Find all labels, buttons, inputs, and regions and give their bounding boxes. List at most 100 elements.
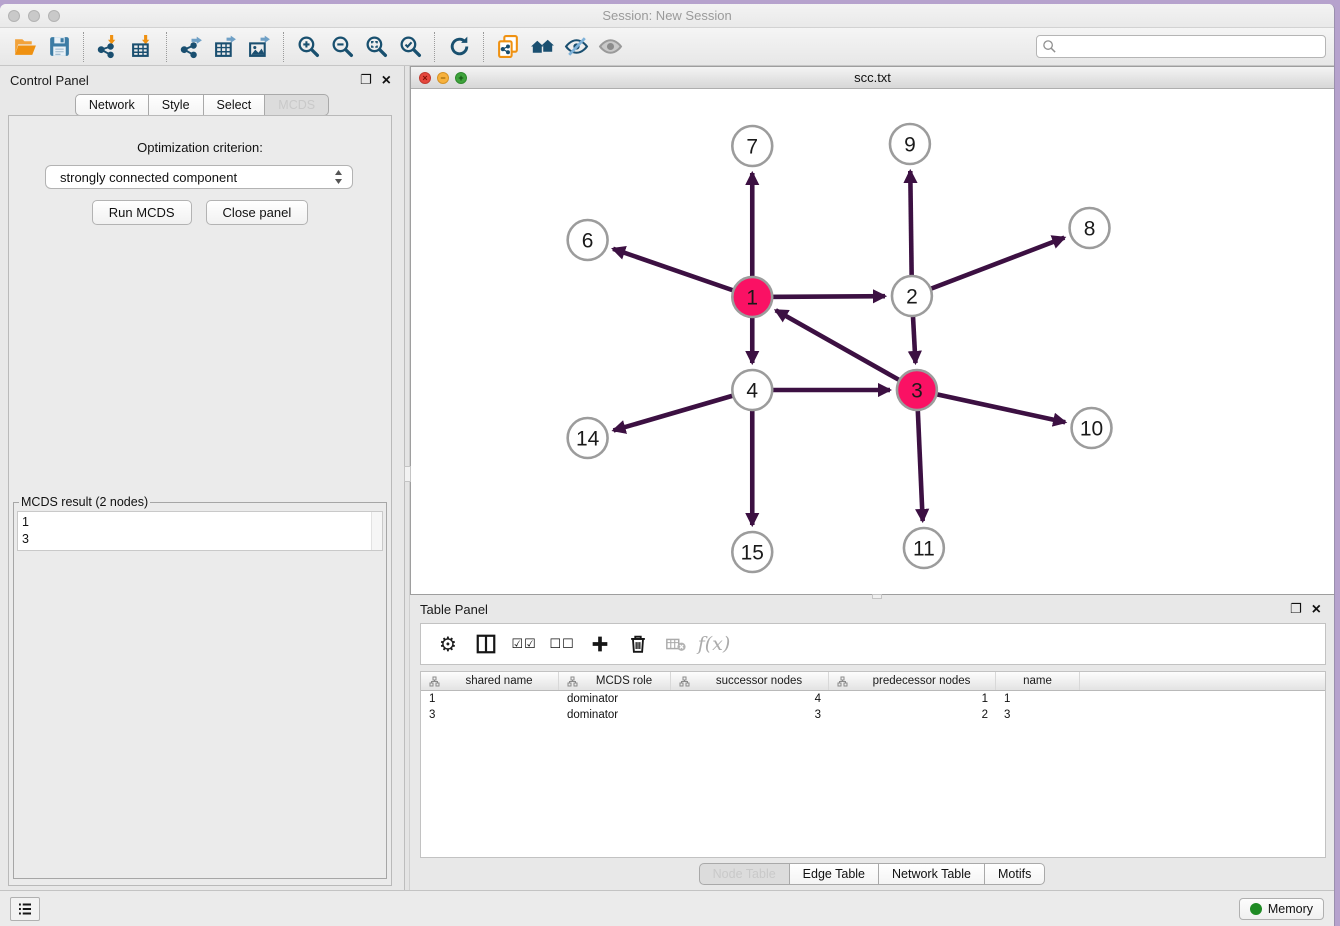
table-row[interactable]: 3 dominator 3 2 3 — [421, 707, 1325, 723]
column-header-name[interactable]: name — [996, 672, 1080, 690]
network-canvas[interactable]: 7968124314101511 — [411, 89, 1334, 594]
zoom-fit-button[interactable] — [359, 31, 393, 63]
network-graph-svg[interactable]: 7968124314101511 — [411, 89, 1334, 594]
import-network-button[interactable] — [91, 31, 125, 63]
column-header-successor-nodes[interactable]: successor nodes — [671, 672, 829, 690]
tab-network[interactable]: Network — [75, 94, 149, 116]
graph-edge-3-1[interactable] — [776, 310, 917, 390]
tab-select[interactable]: Select — [204, 94, 266, 116]
zoom-out-icon — [330, 34, 355, 59]
export-network-icon — [179, 34, 204, 59]
graph-edge-1-6[interactable] — [613, 249, 752, 297]
table-settings-button[interactable]: ⚙ — [431, 627, 465, 661]
network-title: scc.txt — [411, 70, 1334, 85]
export-image-icon — [247, 34, 272, 59]
cell-successor-nodes[interactable]: 3 — [671, 709, 829, 721]
add-column-button[interactable] — [583, 627, 617, 661]
window-title: Session: New Session — [0, 8, 1334, 23]
right-column: × − + scc.txt 7968124314101511 — [410, 66, 1334, 890]
control-panel-float-button[interactable]: ❐ — [355, 72, 377, 88]
run-mcds-button[interactable]: Run MCDS — [92, 200, 192, 225]
column-type-icon — [429, 676, 440, 687]
cell-shared-name[interactable]: 3 — [421, 709, 559, 721]
cell-name[interactable]: 3 — [996, 709, 1080, 721]
trash-icon — [627, 633, 649, 655]
graph-node-label-8: 8 — [1084, 217, 1096, 240]
export-table-icon — [213, 34, 238, 59]
import-table-button[interactable] — [125, 31, 159, 63]
control-panel-title: Control Panel — [10, 73, 89, 88]
cell-successor-nodes[interactable]: 4 — [671, 693, 829, 705]
refresh-view-button[interactable] — [442, 31, 476, 63]
table-row[interactable]: 1 dominator 4 1 1 — [421, 691, 1325, 707]
delete-column-button[interactable] — [621, 627, 655, 661]
column-header-mcds-role[interactable]: MCDS role — [559, 672, 671, 690]
task-history-button[interactable] — [10, 897, 40, 921]
zoom-in-button[interactable] — [291, 31, 325, 63]
show-columns-button[interactable] — [469, 627, 503, 661]
function-builder-button[interactable]: f(x) — [697, 627, 731, 661]
deselect-all-columns-button[interactable]: ☐☐ — [545, 627, 579, 661]
memory-button[interactable]: Memory — [1239, 898, 1324, 920]
tab-node-table[interactable]: Node Table — [699, 863, 790, 885]
cell-predecessor-nodes[interactable]: 1 — [829, 693, 996, 705]
select-all-columns-button[interactable]: ☑☑ — [507, 627, 541, 661]
splitter-grip[interactable] — [872, 594, 882, 599]
toolbar-separator — [434, 32, 435, 62]
search-input[interactable] — [1036, 35, 1326, 58]
cell-name[interactable]: 1 — [996, 693, 1080, 705]
mcds-result-list[interactable]: 1 3 — [17, 511, 383, 551]
tab-edge-table[interactable]: Edge Table — [790, 863, 879, 885]
export-table-button[interactable] — [208, 31, 242, 63]
vertical-splitter[interactable] — [404, 66, 410, 890]
toolbar-separator — [483, 32, 484, 62]
table-panel-close-button[interactable]: × — [1307, 603, 1326, 616]
criterion-select[interactable]: strongly connected component — [45, 165, 353, 189]
hide-selected-button[interactable] — [559, 31, 593, 63]
table-panel-float-button[interactable]: ❐ — [1285, 601, 1307, 617]
table-header-row: shared name MCDS role successor nodes — [421, 672, 1325, 691]
list-icon — [16, 900, 34, 918]
delete-table-button[interactable] — [659, 627, 693, 661]
tab-mcds[interactable]: MCDS — [265, 94, 329, 116]
splitter-grip[interactable] — [404, 466, 411, 482]
mcds-panel: Optimization criterion: strongly connect… — [8, 115, 392, 886]
fx-icon: f(x) — [698, 633, 731, 655]
mcds-result-text: 1 3 — [18, 512, 382, 550]
eye-slash-icon — [564, 34, 589, 59]
table-panel-title: Table Panel — [420, 602, 488, 617]
clone-network-button[interactable] — [491, 31, 525, 63]
column-header-predecessor-nodes[interactable]: predecessor nodes — [829, 672, 996, 690]
tab-network-table[interactable]: Network Table — [879, 863, 985, 885]
close-panel-button[interactable]: Close panel — [206, 200, 309, 225]
zoom-selected-button[interactable] — [393, 31, 427, 63]
column-header-shared-name[interactable]: shared name — [421, 672, 559, 690]
export-network-button[interactable] — [174, 31, 208, 63]
eye-icon — [598, 34, 623, 59]
control-panel-close-button[interactable]: × — [377, 74, 396, 87]
control-panel: Control Panel ❐ × Network Style Select M… — [0, 66, 404, 890]
result-scrollbar[interactable] — [371, 512, 382, 550]
horizontal-splitter[interactable] — [410, 595, 1334, 599]
criterion-selected-value: strongly connected component — [60, 170, 333, 185]
cell-mcds-role[interactable]: dominator — [559, 693, 671, 705]
cell-mcds-role[interactable]: dominator — [559, 709, 671, 721]
graph-node-label-2: 2 — [906, 285, 918, 308]
cell-predecessor-nodes[interactable]: 2 — [829, 709, 996, 721]
open-file-button[interactable] — [8, 31, 42, 63]
graph-edge-4-14[interactable] — [613, 390, 752, 430]
save-session-button[interactable] — [42, 31, 76, 63]
show-all-button[interactable] — [593, 31, 627, 63]
graph-edge-3-10[interactable] — [917, 390, 1065, 422]
export-image-button[interactable] — [242, 31, 276, 63]
tab-style[interactable]: Style — [149, 94, 204, 116]
cell-shared-name[interactable]: 1 — [421, 693, 559, 705]
import-table-icon — [130, 34, 155, 59]
first-neighbors-button[interactable] — [525, 31, 559, 63]
columns-icon — [475, 633, 497, 655]
status-bar: Memory — [0, 890, 1334, 926]
graph-node-label-1: 1 — [746, 286, 758, 309]
graph-edge-2-8[interactable] — [912, 238, 1064, 296]
zoom-out-button[interactable] — [325, 31, 359, 63]
tab-motifs[interactable]: Motifs — [985, 863, 1045, 885]
